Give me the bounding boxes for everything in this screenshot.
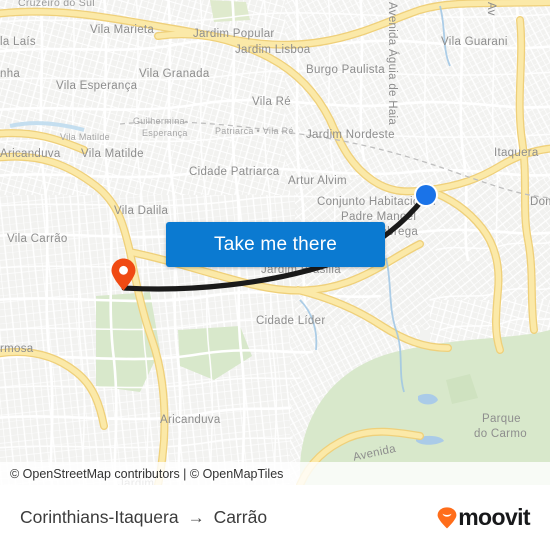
trip-destination: Carrão — [213, 507, 268, 527]
arrow-right-icon: → — [187, 507, 205, 527]
moovit-pin-icon — [437, 506, 457, 529]
moovit-trip-screenshot: Cruzeiro do Sul Vila Marieta Jardim Popula… — [0, 0, 550, 550]
moovit-wordmark: moovit — [458, 504, 530, 530]
trip-summary: Corinthians-Itaquera → Carrão — [20, 507, 267, 528]
trip-origin: Corinthians-Itaquera — [20, 507, 179, 527]
destination-dot[interactable] — [413, 182, 439, 208]
take-me-there-button[interactable]: Take me there — [166, 222, 385, 267]
map-attribution: © OpenStreetMap contributors | © OpenMap… — [0, 462, 550, 485]
moovit-logo[interactable]: moovit — [437, 504, 531, 531]
attribution-text[interactable]: © OpenStreetMap contributors | © OpenMap… — [10, 467, 283, 481]
origin-pin[interactable] — [110, 258, 137, 291]
footer-bar: Corinthians-Itaquera → Carrão moovit — [0, 485, 550, 550]
